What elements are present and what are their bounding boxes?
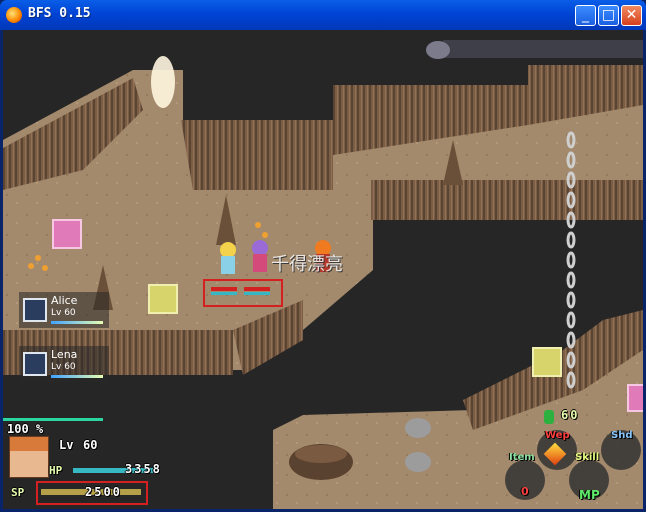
level-value: 60 xyxy=(83,438,98,452)
pink-crate[interactable] xyxy=(52,219,82,249)
gem-count: 60 xyxy=(561,408,580,422)
game-window: BFS 0.15 _ □ ✕ 千得漂亮 Alice Lv 60 Lena Lv … xyxy=(0,0,646,512)
party-member-lena[interactable]: Lena Lv 60 xyxy=(19,346,109,382)
pink-crate[interactable] xyxy=(627,384,643,412)
game-viewport[interactable]: 千得漂亮 Alice Lv 60 Lena Lv 60 100 % Lv 60 … xyxy=(3,30,643,509)
hp-label: HP xyxy=(49,464,63,477)
claw-icon xyxy=(23,298,47,322)
party-member-alice[interactable]: Alice Lv 60 xyxy=(19,292,109,328)
character-alice[interactable] xyxy=(220,242,236,274)
item-count: 0 xyxy=(521,485,529,498)
mp-label: MP xyxy=(579,488,600,502)
party-name: Lena xyxy=(51,348,78,361)
party-level: Lv 60 xyxy=(51,362,76,372)
watermark-text: 千得漂亮 xyxy=(271,254,343,275)
level-label: Lv xyxy=(59,438,74,452)
party-level: Lv 60 xyxy=(51,308,76,318)
shield-label: Shd xyxy=(611,430,633,441)
percent-bar xyxy=(3,418,103,421)
yellow-crate[interactable] xyxy=(148,284,178,314)
claw-icon xyxy=(23,352,47,376)
weapon-label: Wep xyxy=(545,430,570,441)
maximize-button[interactable]: □ xyxy=(598,5,619,26)
app-icon xyxy=(6,7,22,23)
gem-icon xyxy=(544,410,554,424)
party-name: Alice xyxy=(51,294,78,307)
hp-value: 3358 xyxy=(125,462,162,476)
close-button[interactable]: ✕ xyxy=(621,5,642,26)
fog-strip xyxy=(443,40,643,58)
rock xyxy=(405,418,431,438)
item-label: Item xyxy=(509,452,535,463)
sp-label: SP xyxy=(11,486,25,499)
skill-label: Skill xyxy=(575,452,600,463)
character-lena[interactable] xyxy=(252,240,268,272)
party-level-bar xyxy=(51,321,103,324)
percent-text: 100 % xyxy=(7,422,44,436)
window-title: BFS 0.15 xyxy=(28,6,91,21)
yellow-crate[interactable] xyxy=(532,347,562,377)
minimize-button[interactable]: _ xyxy=(575,5,596,26)
player-portrait xyxy=(9,436,49,478)
sp-value: 2500 xyxy=(85,485,122,499)
party-level-bar xyxy=(51,375,103,378)
light-crystal xyxy=(151,56,175,108)
title-bar[interactable]: BFS 0.15 _ □ ✕ xyxy=(0,0,646,30)
